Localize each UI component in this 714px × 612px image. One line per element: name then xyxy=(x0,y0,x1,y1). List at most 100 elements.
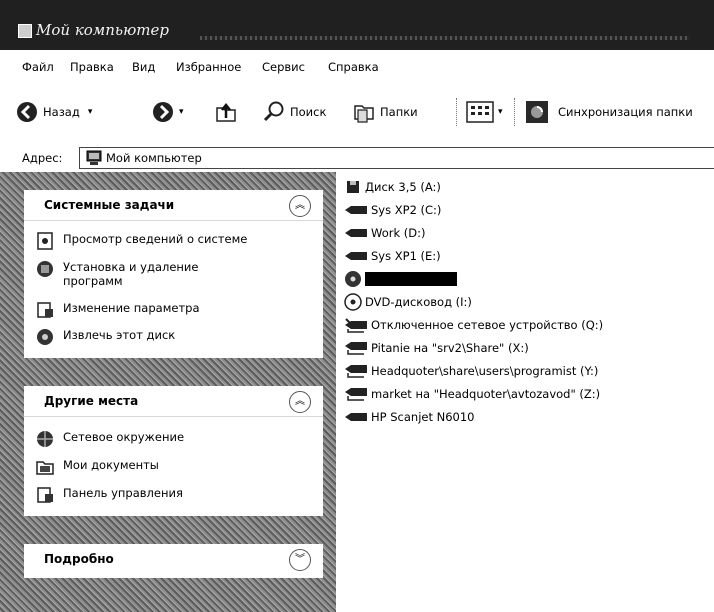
drive-label: DVD-дисковод (I:) xyxy=(365,295,472,309)
details-panel: Подробно ︾ xyxy=(24,544,323,578)
drive-item-y[interactable]: Headquoter\share\users\programist (Y:) xyxy=(344,362,598,380)
other-places-header[interactable]: Другие места ︽ xyxy=(24,386,323,417)
drive-label: Диск 3,5 (A:) xyxy=(365,180,441,194)
views-button[interactable]: ▾ xyxy=(466,100,503,124)
back-dropdown-icon[interactable]: ▾ xyxy=(88,107,93,117)
drive-label: market на "Headquoter\avtozavod" (Z:) xyxy=(371,387,601,401)
drive-label: Отключенное сетевое устройство (Q:) xyxy=(371,318,604,332)
hard-disk-icon xyxy=(345,206,367,214)
task-view-system-info[interactable]: Просмотр сведений о системе xyxy=(36,232,247,250)
task-label: Просмотр сведений о системе xyxy=(63,232,248,246)
place-label: Панель управления xyxy=(63,486,183,500)
up-folder-icon xyxy=(216,102,236,122)
views-icon xyxy=(466,101,494,123)
folders-button[interactable]: Папки xyxy=(352,100,418,124)
search-button[interactable]: Поиск xyxy=(262,100,326,124)
dvd-drive-icon xyxy=(344,293,362,311)
control-panel-icon xyxy=(37,302,53,318)
back-label: Назад xyxy=(43,105,80,119)
disconnected-network-drive-icon xyxy=(345,318,367,333)
toolbar-separator xyxy=(456,98,458,126)
address-value: Мой компьютер xyxy=(106,151,202,165)
drive-item-e[interactable]: Sys XP1 (E:) xyxy=(344,247,441,265)
views-dropdown-icon[interactable]: ▾ xyxy=(498,107,503,117)
details-title: Подробно xyxy=(44,552,114,566)
drive-label: Work (D:) xyxy=(371,226,426,240)
system-info-icon xyxy=(37,232,53,250)
place-control-panel[interactable]: Панель управления xyxy=(36,486,183,504)
cd-drive-icon xyxy=(345,271,361,287)
my-computer-icon xyxy=(86,150,102,165)
system-tasks-panel: Системные задачи ︽ Просмотр сведений о с… xyxy=(24,190,323,358)
menu-favorites[interactable]: Избранное xyxy=(176,60,241,74)
up-folder-button[interactable] xyxy=(214,100,238,124)
task-change-setting[interactable]: Изменение параметра xyxy=(36,301,200,319)
drive-item-dvd[interactable]: DVD-дисковод (I:) xyxy=(344,293,472,311)
search-label: Поиск xyxy=(290,105,327,119)
drive-item-selected[interactable] xyxy=(344,270,457,288)
address-bar: Адрес: Мой компьютер xyxy=(0,144,714,172)
details-header[interactable]: Подробно ︾ xyxy=(24,544,323,574)
network-drive-icon xyxy=(345,388,367,401)
system-tasks-header[interactable]: Системные задачи ︽ xyxy=(24,190,323,221)
window-icon[interactable] xyxy=(18,24,32,38)
drive-label xyxy=(365,272,457,286)
drive-label: Headquoter\share\users\programist (Y:) xyxy=(371,364,599,378)
drive-label: Sys XP1 (E:) xyxy=(371,249,441,263)
window-title: Мой компьютер xyxy=(36,21,169,39)
control-panel-icon xyxy=(37,487,53,503)
menu-view[interactable]: Вид xyxy=(132,60,155,74)
add-remove-programs-icon xyxy=(37,261,53,277)
drive-item-scanner[interactable]: HP Scanjet N6010 xyxy=(344,408,475,426)
collapse-chevron-up-icon[interactable]: ︽ xyxy=(289,195,311,217)
drive-item-z[interactable]: market на "Headquoter\avtozavod" (Z:) xyxy=(344,385,600,403)
scanner-icon xyxy=(345,413,367,421)
forward-dropdown-icon[interactable]: ▾ xyxy=(179,107,184,117)
drive-item-d[interactable]: Work (D:) xyxy=(344,224,425,242)
place-my-documents[interactable]: Мои документы xyxy=(36,458,159,476)
address-field[interactable]: Мой компьютер xyxy=(79,147,714,169)
collapse-chevron-up-icon[interactable]: ︽ xyxy=(289,391,311,413)
place-network[interactable]: Сетевое окружение xyxy=(36,430,184,448)
sync-label: Синхронизация папки xyxy=(558,105,693,119)
back-button[interactable]: Назад ▾ xyxy=(16,100,92,124)
toolbar-separator xyxy=(514,98,516,126)
drive-item-q[interactable]: Отключенное сетевое устройство (Q:) xyxy=(344,316,603,334)
network-drive-icon xyxy=(345,342,367,355)
place-label: Мои документы xyxy=(63,458,159,472)
menu-edit[interactable]: Правка xyxy=(70,60,114,74)
drive-item-floppy[interactable]: Диск 3,5 (A:) xyxy=(344,178,441,196)
drive-item-x[interactable]: Pitanie на "srv2\Share" (X:) xyxy=(344,339,529,357)
menu-file[interactable]: Файл xyxy=(22,60,54,74)
task-label: Установка и удаление программ xyxy=(63,260,199,288)
hard-disk-icon xyxy=(345,229,367,237)
task-pane: Системные задачи ︽ Просмотр сведений о с… xyxy=(0,172,336,612)
task-eject-disk[interactable]: Извлечь этот диск xyxy=(36,328,175,346)
forward-arrow-icon xyxy=(153,102,173,122)
drive-label: Pitanie на "srv2\Share" (X:) xyxy=(371,341,529,355)
network-places-icon xyxy=(37,431,53,447)
title-bar: Мой компьютер xyxy=(0,0,714,50)
sync-folder-button[interactable]: Синхронизация папки xyxy=(524,100,693,124)
task-label: Изменение параметра xyxy=(63,301,200,315)
title-bar-texture xyxy=(200,36,690,40)
menu-tools[interactable]: Сервис xyxy=(262,60,305,74)
menu-bar: Файл Правка Вид Избранное Сервис Справка xyxy=(0,50,714,78)
drive-label: Sys XP2 (C:) xyxy=(371,203,442,217)
folders-icon xyxy=(354,105,374,123)
drive-label: HP Scanjet N6010 xyxy=(371,410,475,424)
drive-item-c[interactable]: Sys XP2 (C:) xyxy=(344,201,441,219)
back-arrow-icon xyxy=(17,102,37,122)
my-documents-icon xyxy=(36,461,54,475)
task-add-remove-programs[interactable]: Установка и удаление программ xyxy=(36,260,256,288)
toolbar: Назад ▾ ▾ Поиск Папки ▾ Синхронизация па… xyxy=(0,78,714,145)
forward-button[interactable]: ▾ xyxy=(152,100,184,124)
floppy-drive-icon xyxy=(347,181,359,193)
hard-disk-icon xyxy=(345,252,367,260)
eject-disk-icon xyxy=(37,329,53,345)
place-label: Сетевое окружение xyxy=(63,430,185,444)
system-tasks-title: Системные задачи xyxy=(44,198,175,212)
address-label: Адрес: xyxy=(22,151,63,165)
expand-chevron-down-icon[interactable]: ︾ xyxy=(289,549,311,571)
menu-help[interactable]: Справка xyxy=(328,60,379,74)
